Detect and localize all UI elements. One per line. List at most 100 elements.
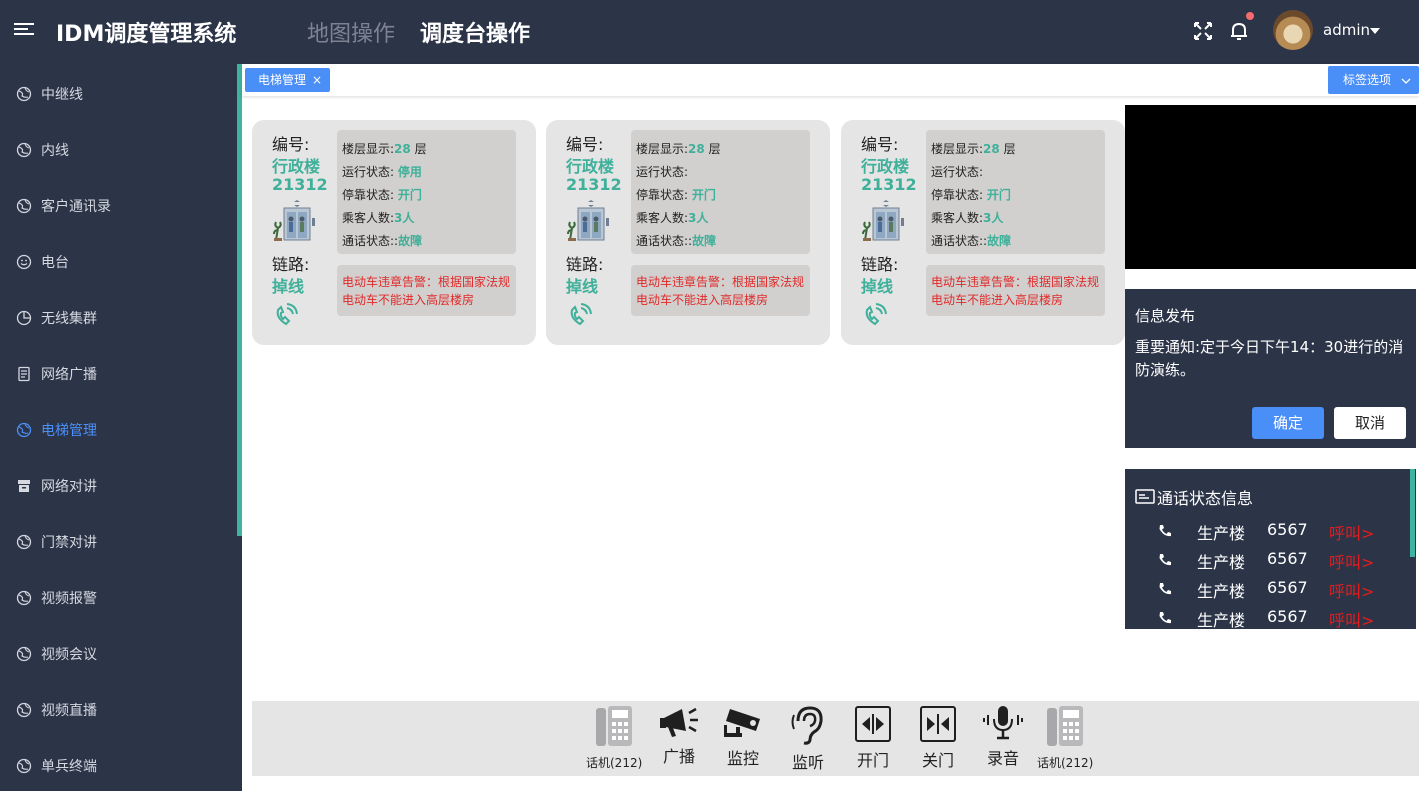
- elevator-id: 21312: [272, 175, 328, 194]
- call-status-label: 通话状态::: [636, 234, 693, 248]
- dock-status-value: 开门: [986, 188, 1011, 202]
- phone-icon: [1159, 525, 1171, 537]
- warning-message: 电动车违章告警：根据国家法规电动车不能进入高层楼房: [631, 265, 810, 316]
- globe-icon: [16, 86, 32, 102]
- video-preview[interactable]: [1125, 105, 1416, 269]
- call-status-scrollbar[interactable]: [1410, 469, 1415, 557]
- floor-label: 楼层显示:: [342, 142, 395, 156]
- fullscreen-icon[interactable]: [1192, 20, 1214, 42]
- link-status: 掉线: [566, 277, 599, 296]
- cancel-button[interactable]: 取消: [1334, 407, 1406, 439]
- tab-map-operation[interactable]: 地图操作: [307, 16, 395, 48]
- call-number: 6567: [1267, 578, 1308, 597]
- sidebar-item[interactable]: 内线: [0, 122, 236, 178]
- call-status-row: 通话状态::故障: [636, 230, 810, 253]
- passenger-count: 3人: [983, 211, 1004, 225]
- sidebar-scrollbar[interactable]: [237, 64, 242, 536]
- user-name[interactable]: admin: [1323, 21, 1370, 39]
- call-status-title: 通话状态信息: [1135, 485, 1253, 509]
- globe-icon: [16, 198, 32, 214]
- sidebar-item[interactable]: 电梯管理: [0, 402, 236, 458]
- tab-dispatch-operation[interactable]: 调度台操作: [420, 16, 530, 48]
- floor-row: 楼层显示:28 层: [931, 138, 1105, 161]
- call-number: 6567: [1267, 549, 1308, 568]
- floor-value: 28: [983, 142, 1000, 156]
- floor-unit: 层: [708, 142, 721, 156]
- desk-phone-icon: [586, 705, 642, 747]
- call-row[interactable]: 生产楼 6567 呼叫>: [1125, 607, 1416, 629]
- sidebar-item-label: 视频直播: [41, 703, 97, 719]
- call-action[interactable]: 呼叫>: [1329, 607, 1374, 629]
- sidebar-item-label: 单兵终端: [41, 759, 97, 775]
- sidebar-item[interactable]: 电台: [0, 234, 236, 290]
- elevator-id: 21312: [566, 175, 622, 194]
- dock-status-row: 停靠状态: 开门: [636, 184, 810, 207]
- call-action[interactable]: 呼叫>: [1329, 520, 1374, 544]
- building-name: 行政楼: [272, 157, 321, 176]
- elevator-card[interactable]: 编号: 行政楼 21312 链路: 掉线 楼层显示:28 层运行状态: 停靠状态: 开门乘…: [841, 120, 1125, 345]
- warning-message: 电动车违章告警：根据国家法规电动车不能进入高层楼房: [926, 265, 1105, 316]
- call-row[interactable]: 生产楼 6567 呼叫>: [1125, 520, 1416, 549]
- run-status-row: 运行状态:: [931, 161, 1105, 184]
- toolbar-desk-phone-button[interactable]: 话机(212): [1037, 705, 1093, 771]
- sidebar-item[interactable]: 单兵终端: [0, 738, 236, 794]
- sidebar-item[interactable]: 视频报警: [0, 570, 236, 626]
- elevator-card[interactable]: 编号: 行政楼 21312 链路: 掉线 楼层显示:28 层运行状态: 停靠状态: 开门乘…: [546, 120, 830, 345]
- elevator-status-box: 楼层显示:28 层运行状态: 停靠状态: 开门 乘客人数:3人 通话状态::故障: [926, 130, 1105, 254]
- toolbar-desk-phone-button[interactable]: 话机(212): [586, 705, 642, 771]
- run-status-value: 停用: [397, 165, 422, 179]
- call-row[interactable]: 生产楼 6567 呼叫>: [1125, 549, 1416, 578]
- desk-phone-icon: [1037, 705, 1093, 747]
- toolbar-microphone-button[interactable]: 录音: [980, 705, 1026, 769]
- dock-status-value: 开门: [691, 188, 716, 202]
- call-status-value: 故障: [398, 234, 423, 248]
- door-open-icon: [850, 705, 896, 743]
- sidebar-item[interactable]: 视频直播: [0, 682, 236, 738]
- confirm-button[interactable]: 确定: [1252, 407, 1324, 439]
- tag-bar: 电梯管理 ×: [242, 64, 1419, 96]
- elevator-icon: [567, 200, 609, 241]
- floor-row: 楼层显示:28 层: [636, 138, 810, 161]
- sidebar-item-label: 门禁对讲: [41, 535, 97, 551]
- sidebar-item-label: 客户通讯录: [41, 199, 111, 215]
- sidebar-item-label: 内线: [41, 143, 69, 159]
- call-number: 6567: [1267, 607, 1308, 626]
- tag-elevator-management[interactable]: 电梯管理 ×: [245, 68, 331, 92]
- tag-close-icon[interactable]: ×: [312, 73, 322, 87]
- toolbar-door-open-button[interactable]: 开门: [850, 705, 896, 771]
- call-action[interactable]: 呼叫>: [1329, 578, 1374, 602]
- toolbar-megaphone-button[interactable]: 广播: [656, 705, 702, 767]
- sidebar-item[interactable]: 无线集群: [0, 290, 236, 346]
- dock-status-row: 停靠状态: 开门: [342, 184, 516, 207]
- sidebar-item[interactable]: 网络广播: [0, 346, 236, 402]
- door-close-icon: [915, 705, 961, 743]
- link-label: 链路:: [861, 255, 899, 274]
- call-action[interactable]: 呼叫>: [1329, 549, 1374, 573]
- user-dropdown-caret-icon[interactable]: [1370, 28, 1380, 34]
- ear-icon: [785, 705, 831, 745]
- phone-icon: [1159, 554, 1171, 566]
- building-name: 行政楼: [566, 157, 615, 176]
- toolbar-door-close-button[interactable]: 关门: [915, 705, 961, 771]
- sidebar-item[interactable]: 网络对讲: [0, 458, 236, 514]
- elevator-card[interactable]: 编号: 行政楼 21312 链路: 掉线 楼层显示:28 层运行状态: 停用 停靠状态: 开…: [252, 120, 536, 345]
- run-status-label: 运行状态:: [342, 165, 395, 179]
- sidebar-item[interactable]: 客户通讯录: [0, 178, 236, 234]
- toolbar-item-label: 录音: [986, 749, 1019, 768]
- sidebar-item[interactable]: 中继线: [0, 66, 236, 122]
- bottom-toolbar: 话机(212) 广播 监控 监听 开门 关门 录音 话机(212): [252, 701, 1419, 776]
- sidebar-item[interactable]: 视频会议: [0, 626, 236, 682]
- message-card-icon: [1135, 489, 1155, 504]
- bell-icon[interactable]: [1228, 20, 1250, 42]
- menu-toggle-icon[interactable]: [14, 20, 34, 40]
- toolbar-ear-button[interactable]: 监听: [785, 705, 831, 773]
- avatar[interactable]: [1273, 10, 1313, 50]
- tag-options-button[interactable]: 标签选项: [1328, 66, 1419, 94]
- call-status-title-text: 通话状态信息: [1157, 489, 1254, 508]
- call-row[interactable]: 生产楼 6567 呼叫>: [1125, 578, 1416, 607]
- toolbar-cctv-camera-button[interactable]: 监控: [720, 705, 766, 769]
- phone-signal-icon: [865, 303, 887, 326]
- dock-status-label: 停靠状态:: [931, 188, 984, 202]
- sidebar-item[interactable]: 门禁对讲: [0, 514, 236, 570]
- call-building: 生产楼: [1197, 524, 1246, 543]
